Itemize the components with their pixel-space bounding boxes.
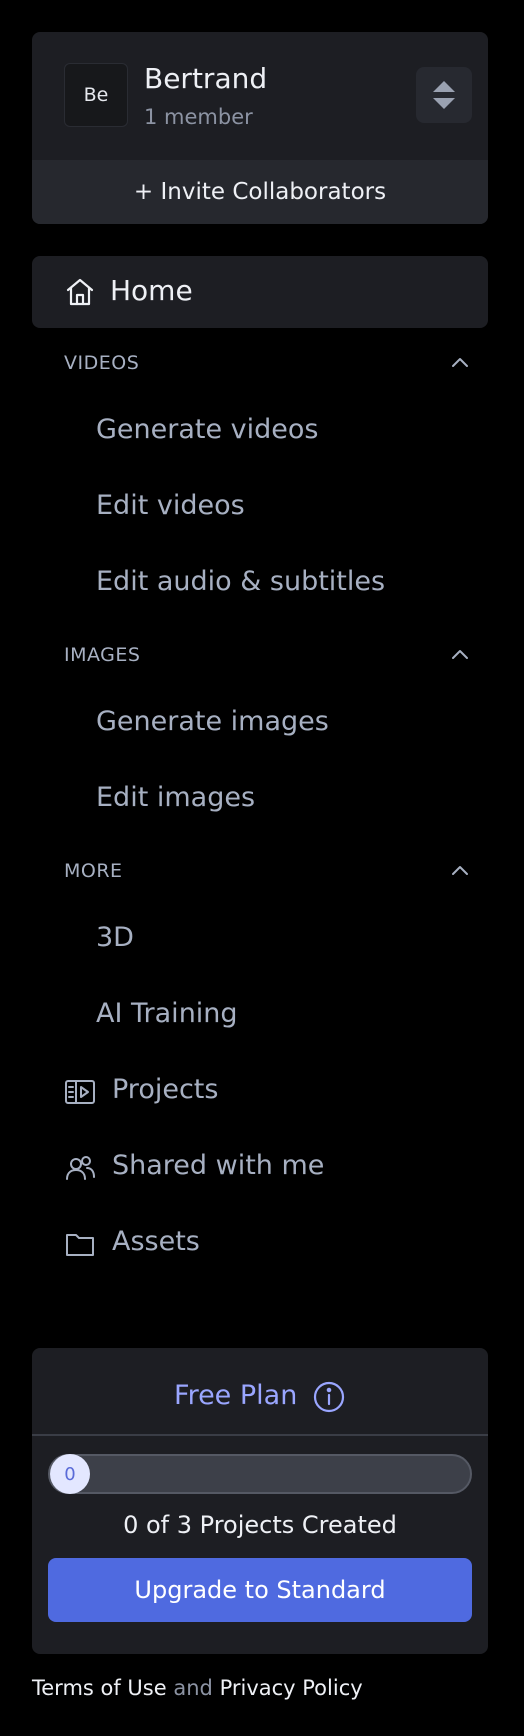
privacy-link[interactable]: Privacy Policy (220, 1676, 363, 1700)
section-title: IMAGES (64, 644, 141, 666)
chevron-up-icon (450, 355, 470, 369)
nav-edit-audio-subtitles[interactable]: Edit audio & subtitles (96, 566, 385, 597)
nav-projects-label: Projects (112, 1074, 219, 1105)
projects-created-count: 0 of 3 Projects Created (123, 1511, 397, 1539)
info-icon[interactable] (313, 1381, 345, 1413)
nav-shared-label: Shared with me (112, 1150, 325, 1181)
footer-and: and (173, 1676, 213, 1700)
section-more-header[interactable]: MORE (64, 856, 472, 888)
caret-down-icon (433, 98, 455, 109)
nav-edit-videos[interactable]: Edit videos (96, 490, 245, 521)
team-member-count: 1 member (144, 105, 253, 129)
section-videos-header[interactable]: VIDEOS (64, 348, 472, 380)
nav-edit-images[interactable]: Edit images (96, 782, 255, 813)
invite-collaborators-button[interactable]: + Invite Collaborators (32, 160, 488, 224)
team-card: Be Bertrand 1 member + Invite Collaborat… (32, 32, 488, 224)
caret-up-icon (433, 81, 455, 92)
terms-link[interactable]: Terms of Use (32, 1676, 167, 1700)
plan-title: Free Plan (174, 1380, 298, 1411)
folder-icon (64, 1228, 96, 1260)
team-name: Bertrand (144, 62, 268, 95)
projects-icon (64, 1076, 96, 1108)
nav-generate-videos[interactable]: Generate videos (96, 414, 319, 445)
section-images-header[interactable]: IMAGES (64, 640, 472, 672)
nav-ai-training[interactable]: AI Training (96, 998, 238, 1029)
nav-home-label: Home (110, 274, 193, 307)
footer-links: Terms of Use and Privacy Policy (32, 1676, 363, 1700)
progress-value: 0 (50, 1454, 90, 1494)
home-icon (64, 276, 96, 308)
nav-3d[interactable]: 3D (96, 922, 134, 953)
nav-shared-with-me[interactable]: Shared with me (64, 1148, 484, 1188)
shared-users-icon (64, 1152, 96, 1184)
chevron-up-icon (450, 647, 470, 661)
projects-progress-bar: 0 (48, 1454, 472, 1494)
plan-header: Free Plan (32, 1348, 488, 1436)
nav-generate-images[interactable]: Generate images (96, 706, 329, 737)
nav-assets-label: Assets (112, 1226, 200, 1257)
chevron-up-icon (450, 863, 470, 877)
nav-home[interactable]: Home (32, 256, 488, 328)
section-title: MORE (64, 860, 123, 882)
upgrade-button[interactable]: Upgrade to Standard (48, 1558, 472, 1622)
team-avatar: Be (64, 63, 128, 127)
plan-card: Free Plan 0 0 of 3 Projects Created Upgr… (32, 1348, 488, 1654)
team-switcher-button[interactable] (416, 67, 472, 123)
team-switcher[interactable]: Be Bertrand 1 member (32, 32, 488, 160)
nav-projects[interactable]: Projects (64, 1072, 484, 1112)
section-title: VIDEOS (64, 352, 140, 374)
nav-assets[interactable]: Assets (64, 1224, 484, 1264)
